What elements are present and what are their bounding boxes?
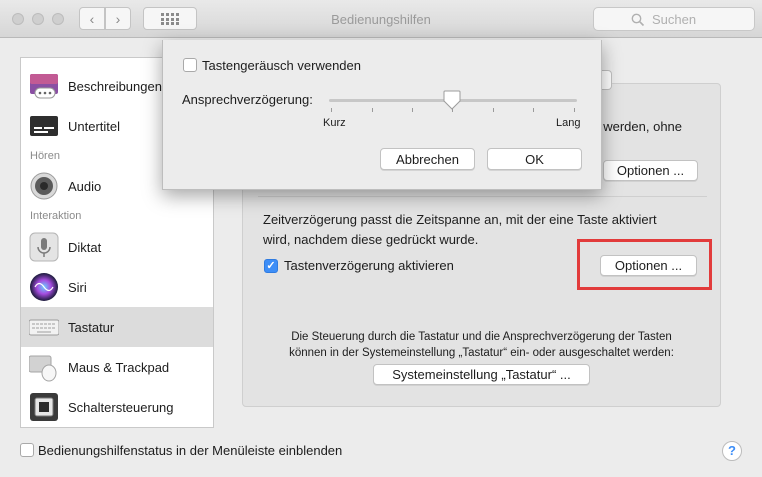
sidebar-group-interaction: Interaktion — [30, 210, 82, 222]
search-field[interactable]: Suchen — [593, 7, 755, 31]
slow-keys-description-line1: Zeitverzögerung passt die Zeitspanne an,… — [263, 212, 657, 227]
title-bar: ‹ › Bedienungshilfen Suchen — [0, 0, 762, 38]
search-placeholder: Suchen — [652, 12, 697, 27]
menubar-status-checkbox[interactable] — [20, 443, 34, 457]
keyboard-preferences-button[interactable]: Systemeinstellung „Tastatur“ ... — [373, 364, 590, 385]
search-icon — [631, 13, 645, 27]
slider-tick — [412, 108, 413, 112]
microphone-icon — [29, 232, 59, 262]
descriptions-icon — [30, 74, 58, 99]
slider-min-label: Kurz — [323, 117, 346, 129]
mouse-trackpad-icon — [29, 355, 57, 382]
section-divider — [258, 196, 707, 197]
sidebar-item-label: Siri — [68, 279, 87, 295]
slider-tick — [574, 108, 575, 112]
slider-tick — [533, 108, 534, 112]
acceptance-delay-slider-knob[interactable] — [443, 90, 461, 110]
sticky-keys-description-partial: t werden, ohne — [596, 119, 683, 134]
siri-icon — [30, 273, 58, 301]
acceptance-delay-label: Ansprechverzögerung: — [182, 92, 313, 107]
sticky-keys-options-button[interactable]: Optionen ... — [603, 160, 698, 181]
sidebar-item-switch-control[interactable]: Schaltersteuerung — [21, 387, 213, 427]
ok-button[interactable]: OK — [487, 148, 582, 170]
sidebar-item-mouse-trackpad[interactable]: Maus & Trackpad — [21, 347, 213, 387]
slow-keys-options-button[interactable]: Optionen ... — [600, 255, 697, 276]
keyboard-note-line1: Die Steuerung durch die Tastatur und die… — [291, 331, 672, 343]
slider-tick — [493, 108, 494, 112]
sidebar-item-label: Audio — [68, 178, 102, 194]
sidebar-item-label: Untertitel — [68, 118, 121, 134]
keyboard-icon — [29, 319, 59, 336]
sidebar-item-siri[interactable]: Siri — [21, 267, 213, 307]
slider-tick — [331, 108, 332, 112]
key-sound-checkbox[interactable] — [183, 58, 197, 72]
slider-max-label: Lang — [556, 117, 581, 129]
sidebar-item-label: Schaltersteuerung — [68, 399, 174, 415]
slow-keys-description-line2: wird, nachdem diese gedrückt wurde. — [263, 232, 479, 247]
slider-tick — [372, 108, 373, 112]
help-button[interactable]: ? — [722, 441, 742, 461]
slow-keys-checkbox-label: Tastenverzögerung aktivieren — [284, 258, 454, 273]
key-sound-label: Tastengeräusch verwenden — [202, 58, 361, 73]
sidebar-item-keyboard[interactable]: Tastatur — [21, 307, 213, 347]
speaker-icon — [30, 172, 58, 200]
sidebar-item-label: Beschreibungen — [68, 78, 162, 94]
menubar-status-label: Bedienungshilfenstatus in der Menüleiste… — [38, 443, 343, 458]
keyboard-note-line2: können in der Systemeinstellung „Tastatu… — [289, 347, 674, 359]
sidebar-group-hearing: Hören — [30, 150, 60, 162]
slow-keys-options-sheet: Tastengeräusch verwenden Ansprechverzöge… — [162, 40, 602, 190]
sidebar-item-dictation[interactable]: Diktat — [21, 227, 213, 267]
sidebar-item-label: Maus & Trackpad — [68, 359, 170, 375]
switch-control-icon — [30, 393, 58, 421]
slow-keys-checkbox[interactable]: ✓ — [264, 259, 278, 273]
sidebar-item-label: Tastatur — [68, 319, 115, 335]
captions-icon — [30, 116, 58, 136]
cancel-button[interactable]: Abbrechen — [380, 148, 475, 170]
sidebar-item-label: Diktat — [68, 239, 102, 255]
